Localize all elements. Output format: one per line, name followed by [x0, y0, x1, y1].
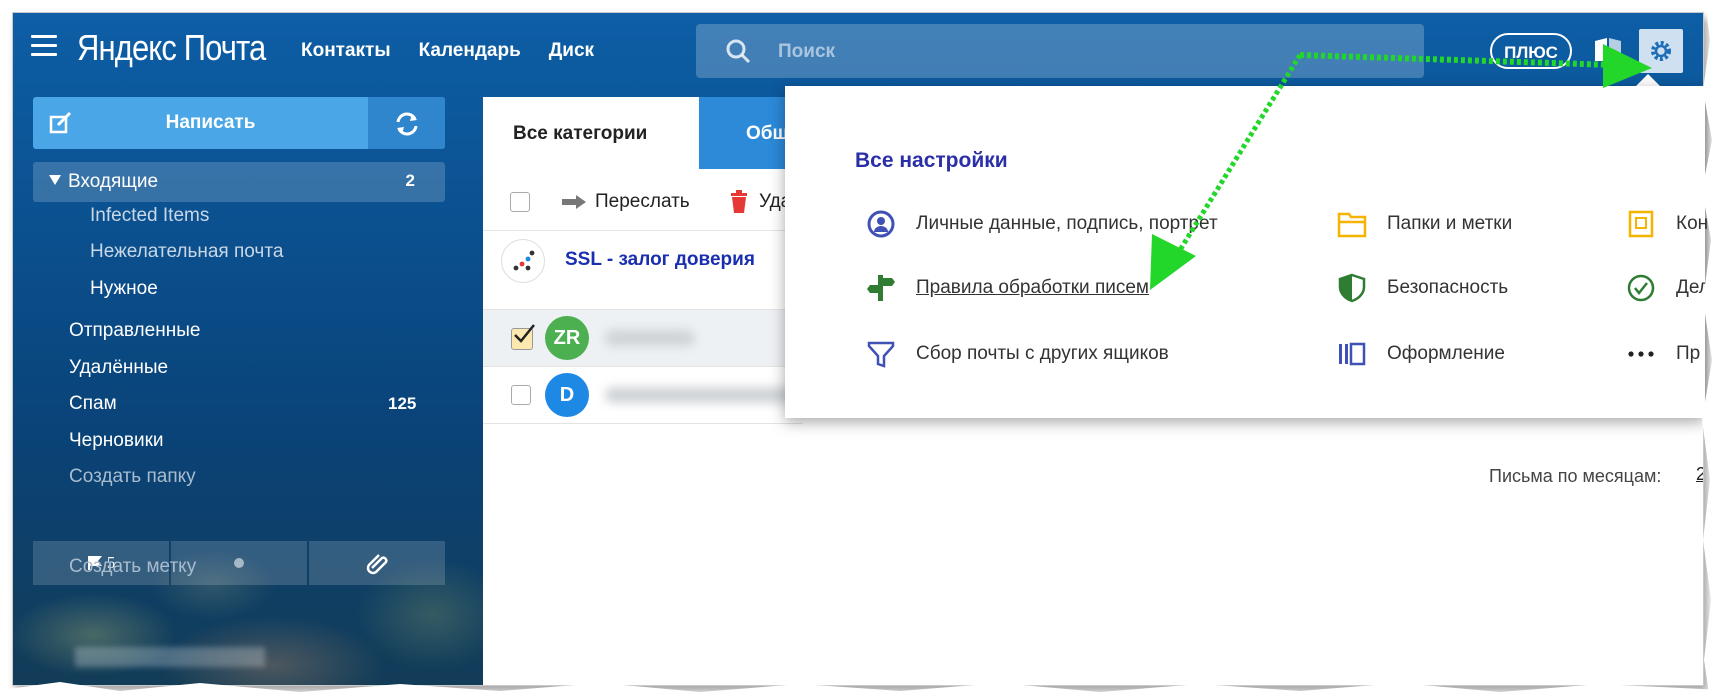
refresh-icon — [396, 112, 418, 136]
settings-contacts[interactable]: Кон — [1626, 209, 1708, 239]
refresh-button[interactable] — [368, 97, 445, 149]
folder-inbox-label: Входящие — [68, 171, 159, 192]
folder-sent[interactable]: Отправленные — [69, 320, 200, 342]
folder-drafts[interactable]: Черновики — [69, 430, 164, 452]
funnel-icon — [867, 341, 895, 368]
forward-button[interactable]: Переслать — [561, 173, 690, 231]
settings-theme[interactable]: Оформление — [1337, 339, 1505, 369]
folder-deleted[interactable]: Удалённые — [69, 357, 168, 379]
folder-spam[interactable]: Спам — [69, 393, 117, 415]
search-input[interactable] — [776, 24, 1380, 80]
logo[interactable]: Яндекс Почта — [77, 27, 266, 69]
search-bar — [696, 24, 1424, 80]
settings-tasks[interactable]: Дел — [1626, 273, 1710, 303]
folder-inbox[interactable]: Входящие 2 — [33, 162, 445, 202]
book-icon[interactable] — [1593, 37, 1623, 63]
folder-infected-items[interactable]: Infected Items — [90, 205, 209, 227]
folder-icon — [1337, 212, 1367, 238]
trash-icon — [731, 190, 747, 213]
settings-title[interactable]: Все настройки — [855, 149, 1008, 173]
gear-icon — [1651, 41, 1671, 61]
paperclip-icon — [366, 554, 388, 575]
message-row-d[interactable]: D — [483, 367, 803, 423]
blurred-sender — [605, 387, 795, 403]
avatar: ZR — [545, 316, 589, 360]
attachment-label-button[interactable] — [309, 541, 445, 585]
settings-button[interactable] — [1639, 29, 1683, 73]
plus-button[interactable]: ПЛЮС — [1490, 33, 1572, 69]
months-link[interactable]: 20 — [1696, 464, 1703, 485]
search-icon[interactable] — [725, 38, 751, 64]
folder-junk[interactable]: Нежелательная почта — [90, 241, 283, 263]
sender-name: SSL - залог доверия — [565, 249, 755, 270]
sender-logo — [501, 239, 545, 283]
delete-button[interactable]: Уда — [729, 173, 791, 231]
dot-icon — [234, 558, 244, 568]
message-checkbox[interactable] — [511, 385, 531, 410]
message-row-zr[interactable]: ZR — [483, 310, 803, 366]
top-nav: Контакты Календарь Диск — [301, 40, 594, 62]
dropdown-caret — [1636, 74, 1660, 86]
avatar: D — [545, 373, 589, 417]
more-icon — [1628, 351, 1654, 357]
months-label: Письма по месяцам: — [1489, 466, 1662, 486]
nav-calendar-link[interactable]: Календарь — [419, 40, 521, 62]
settings-folders-labels[interactable]: Папки и метки — [1337, 209, 1512, 239]
message-checkbox-checked[interactable] — [511, 324, 535, 350]
folder-important[interactable]: Нужное — [90, 278, 158, 300]
collapse-icon[interactable] — [49, 175, 61, 185]
settings-mail-rules[interactable]: Правила обработки писем — [866, 273, 1149, 303]
menu-icon[interactable] — [31, 35, 57, 57]
settings-personal-data[interactable]: Личные данные, подпись, портрет — [866, 209, 1218, 239]
check-circle-icon — [1627, 274, 1655, 302]
compose-label: Написать — [165, 112, 256, 133]
select-all-checkbox[interactable] — [510, 173, 530, 231]
nav-disk-link[interactable]: Диск — [549, 40, 594, 62]
settings-mail-collector[interactable]: Сбор почты с других ящиков — [866, 339, 1169, 369]
folder-inbox-count: 2 — [405, 171, 415, 190]
theme-icon — [1339, 342, 1366, 366]
nav-contacts-link[interactable]: Контакты — [301, 40, 391, 62]
create-label-link[interactable]: Создать метку — [69, 556, 196, 578]
forward-arrow-icon — [562, 195, 586, 209]
contacts-icon — [1628, 210, 1654, 238]
signpost-icon — [867, 275, 895, 301]
forward-label: Переслать — [595, 191, 690, 212]
tab-all-categories[interactable]: Все категории — [483, 97, 699, 169]
blurred-footer — [75, 647, 265, 667]
message-row-ssl[interactable]: SSL - залог доверия — [483, 231, 803, 291]
folder-spam-count: 125 — [388, 394, 417, 413]
blurred-sender — [605, 330, 695, 346]
user-circle-icon — [867, 210, 895, 238]
create-folder-link[interactable]: Создать папку — [69, 466, 196, 488]
shield-icon — [1338, 273, 1366, 303]
settings-security[interactable]: Безопасность — [1337, 273, 1508, 303]
row-divider — [483, 423, 803, 424]
settings-other[interactable]: Пр — [1626, 339, 1700, 369]
